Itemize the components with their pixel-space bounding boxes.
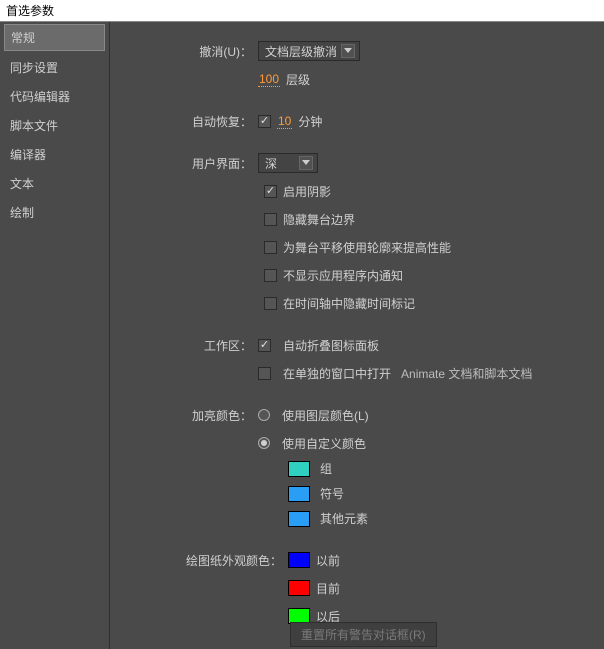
onion-row-0: 绘图纸外观颜色： 以前: [120, 549, 594, 571]
highlight-swatch-label-0: 组: [320, 460, 332, 477]
highlight-color-row-1: 符号: [288, 485, 594, 502]
sidebar-item-2[interactable]: 代码编辑器: [0, 82, 109, 111]
ui-check-row-4: 在时间轴中隐藏时间标记: [120, 292, 594, 314]
sidebar-item-6[interactable]: 绘制: [0, 198, 109, 227]
ui-check-row-2: 为舞台平移使用轮廓来提高性能: [120, 236, 594, 258]
reset-row: 重置所有警告对话框(R): [290, 622, 594, 647]
onion-swatch-0[interactable]: [288, 552, 310, 568]
highlight-swatch-1[interactable]: [288, 486, 310, 502]
highlight-swatch-label-2: 其他元素: [320, 510, 368, 527]
content-panel: 撤消(U)： 文档层级撤消 100 层级 自动恢复： 10 分钟: [110, 22, 604, 649]
highlight-label: 加亮颜色：: [120, 407, 258, 424]
ui-check-row-0: 启用阴影: [120, 180, 594, 202]
workspace-row-0: 工作区： 自动折叠图标面板: [120, 334, 594, 356]
ui-check-4[interactable]: [264, 297, 277, 310]
workspace-check-0[interactable]: [258, 339, 271, 352]
ui-check-label-0: 启用阴影: [283, 183, 331, 200]
ui-label: 用户界面：: [120, 155, 258, 172]
sidebar-item-0[interactable]: 常规: [4, 24, 105, 51]
onion-row-1: 目前: [120, 577, 594, 599]
ui-check-0[interactable]: [264, 185, 277, 198]
highlight-color-row-2: 其他元素: [288, 510, 594, 527]
highlight-color-row-0: 组: [288, 460, 594, 477]
highlight-swatch-label-1: 符号: [320, 485, 344, 502]
highlight-radio-label-0: 使用图层颜色(L): [282, 407, 369, 424]
autorecover-row: 自动恢复： 10 分钟: [120, 110, 594, 132]
ui-theme-value: 深: [265, 155, 277, 172]
onion-swatch-label-1: 目前: [316, 580, 340, 597]
main: 常规同步设置代码编辑器脚本文件编译器文本绘制 撤消(U)： 文档层级撤消 100…: [0, 22, 604, 649]
ui-check-label-4: 在时间轴中隐藏时间标记: [283, 295, 415, 312]
highlight-radio-0[interactable]: [258, 409, 270, 421]
workspace-check-label-0: 自动折叠图标面板: [283, 337, 379, 354]
ui-check-1[interactable]: [264, 213, 277, 226]
sidebar-item-5[interactable]: 文本: [0, 169, 109, 198]
highlight-radio-label-1: 使用自定义颜色: [282, 435, 366, 452]
undo-mode-select[interactable]: 文档层级撤消: [258, 41, 360, 61]
title-bar: 首选参数: [0, 0, 604, 22]
workspace-check-label-1: 在单独的窗口中打开: [283, 365, 391, 382]
highlight-swatch-0[interactable]: [288, 461, 310, 477]
ui-check-row-3: 不显示应用程序内通知: [120, 264, 594, 286]
reset-warnings-button[interactable]: 重置所有警告对话框(R): [290, 622, 437, 647]
title-text: 首选参数: [6, 4, 54, 18]
ui-row: 用户界面： 深: [120, 152, 594, 174]
autorecover-minutes-suffix: 分钟: [298, 113, 322, 130]
ui-check-3[interactable]: [264, 269, 277, 282]
undo-levels-suffix: 层级: [286, 71, 310, 88]
ui-theme-select[interactable]: 深: [258, 153, 318, 173]
ui-check-2[interactable]: [264, 241, 277, 254]
highlight-swatch-2[interactable]: [288, 511, 310, 527]
undo-levels-input[interactable]: 100: [258, 72, 280, 87]
autorecover-minutes-input[interactable]: 10: [277, 114, 292, 129]
workspace-row-1: 在单独的窗口中打开 Animate 文档和脚本文档: [120, 362, 594, 384]
sidebar: 常规同步设置代码编辑器脚本文件编译器文本绘制: [0, 22, 110, 649]
autorecover-checkbox[interactable]: [258, 115, 271, 128]
undo-row: 撤消(U)： 文档层级撤消: [120, 40, 594, 62]
chevron-down-icon: [299, 156, 313, 170]
undo-levels-row: 100 层级: [120, 68, 594, 90]
ui-check-label-1: 隐藏舞台边界: [283, 211, 355, 228]
onion-swatch-1[interactable]: [288, 580, 310, 596]
sidebar-item-3[interactable]: 脚本文件: [0, 111, 109, 140]
autorecover-label: 自动恢复：: [120, 113, 258, 130]
sidebar-item-1[interactable]: 同步设置: [0, 53, 109, 82]
undo-mode-value: 文档层级撤消: [265, 43, 337, 60]
sidebar-item-4[interactable]: 编译器: [0, 140, 109, 169]
ui-check-label-3: 不显示应用程序内通知: [283, 267, 403, 284]
chevron-down-icon: [341, 44, 355, 58]
ui-check-row-1: 隐藏舞台边界: [120, 208, 594, 230]
undo-label: 撤消(U)：: [120, 43, 258, 60]
onion-swatch-label-0: 以前: [316, 552, 340, 569]
workspace-suffix-1: Animate 文档和脚本文档: [401, 365, 532, 382]
workspace-check-1[interactable]: [258, 367, 271, 380]
highlight-radio-row-0: 加亮颜色： 使用图层颜色(L): [120, 404, 594, 426]
highlight-radio-1[interactable]: [258, 437, 270, 449]
highlight-radio-row-1: 使用自定义颜色: [120, 432, 594, 454]
onion-label: 绘图纸外观颜色：: [120, 552, 288, 569]
workspace-label: 工作区：: [120, 337, 258, 354]
ui-check-label-2: 为舞台平移使用轮廓来提高性能: [283, 239, 451, 256]
